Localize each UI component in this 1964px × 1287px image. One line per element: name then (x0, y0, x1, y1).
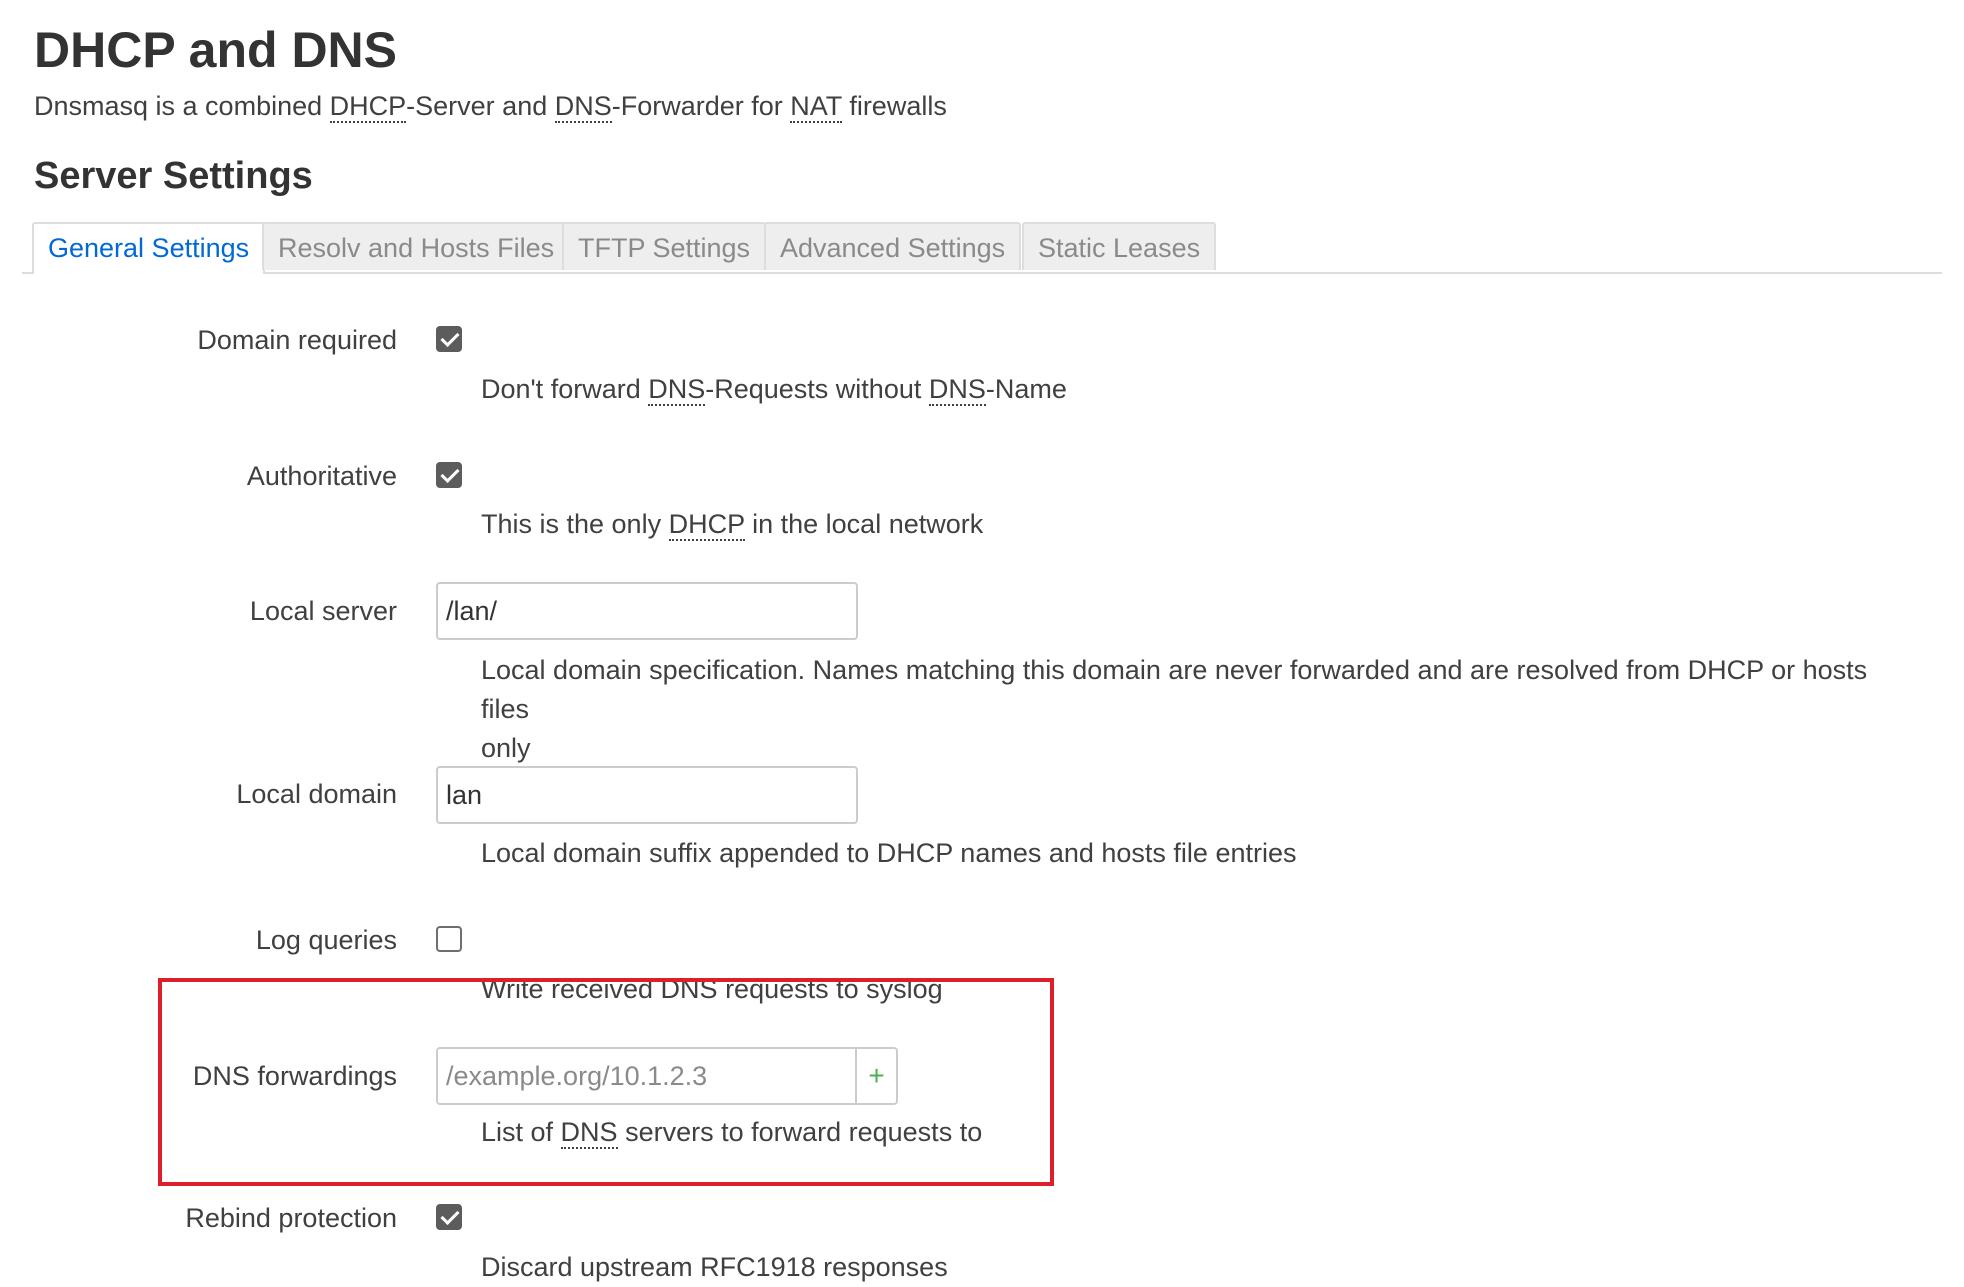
add-dns-forwarding-button[interactable]: + (855, 1047, 898, 1105)
tab-advanced-settings[interactable]: Advanced Settings (764, 222, 1022, 270)
authoritative-checkbox[interactable] (436, 462, 462, 488)
rebind-protection-label: Rebind protection (185, 1203, 397, 1233)
section-title: Server Settings (34, 155, 313, 197)
rebind-protection-checkbox[interactable] (436, 1204, 462, 1230)
log-queries-checkbox[interactable] (436, 926, 462, 952)
help-text: -Name (985, 374, 1067, 404)
local-server-help: Local domain specification. Names matchi… (481, 651, 1901, 768)
tab-resolv-and-hosts-files[interactable]: Resolv and Hosts Files (262, 222, 571, 270)
tab-static-leases[interactable]: Static Leases (1022, 222, 1217, 270)
dns-forwardings-label: DNS forwardings (192, 1061, 397, 1091)
page-title: DHCP and DNS (34, 22, 398, 78)
help-line: only (481, 733, 531, 763)
nat-abbreviation: NAT (790, 91, 842, 123)
settings-tabs: General Settings Resolv and Hosts Files … (22, 222, 1942, 274)
tab-general-settings[interactable]: General Settings (32, 222, 266, 274)
description-text: Dnsmasq is a combined (34, 91, 330, 121)
local-domain-help: Local domain suffix appended to DHCP nam… (481, 838, 1297, 868)
dhcp-abbreviation: DHCP (329, 91, 407, 123)
description-text: -Forwarder for (611, 91, 791, 121)
dns-abbreviation: DNS (554, 91, 612, 123)
domain-required-help: Don't forward DNS-Requests without DNS-N… (481, 370, 1901, 409)
help-text: -Requests without (705, 374, 929, 404)
domain-required-label: Domain required (197, 325, 397, 355)
rebind-protection-help: Discard upstream RFC1918 responses (481, 1252, 948, 1282)
domain-required-checkbox[interactable] (436, 326, 462, 352)
description-text: firewalls (841, 91, 947, 121)
dns-abbreviation: DNS (560, 1117, 618, 1149)
dns-forwardings-input[interactable] (436, 1047, 858, 1105)
dns-forwardings-help: List of DNS servers to forward requests … (481, 1113, 1901, 1152)
tab-tftp-settings[interactable]: TFTP Settings (562, 222, 767, 270)
dhcp-abbreviation: DHCP (668, 509, 745, 541)
description-text: -Server and (406, 91, 555, 121)
log-queries-label: Log queries (255, 925, 397, 955)
authoritative-label: Authoritative (246, 461, 397, 491)
help-text: This is the only (481, 509, 669, 539)
local-domain-label: Local domain (236, 779, 397, 809)
local-domain-input[interactable] (436, 766, 858, 824)
help-text: Don't forward (481, 374, 649, 404)
dns-abbreviation: DNS (648, 374, 706, 406)
help-line: Local domain specification. Names matchi… (481, 655, 1868, 724)
help-text: List of (481, 1117, 561, 1147)
help-text: in the local network (744, 509, 984, 539)
help-text: servers to forward requests to (617, 1117, 983, 1147)
page-description: Dnsmasq is a combined DHCP-Server and DN… (34, 88, 947, 124)
local-server-input[interactable] (436, 582, 858, 640)
log-queries-help: Write received DNS requests to syslog (481, 974, 943, 1004)
local-server-label: Local server (249, 596, 397, 626)
dns-abbreviation: DNS (928, 374, 986, 406)
authoritative-help: This is the only DHCP in the local netwo… (481, 505, 1901, 544)
